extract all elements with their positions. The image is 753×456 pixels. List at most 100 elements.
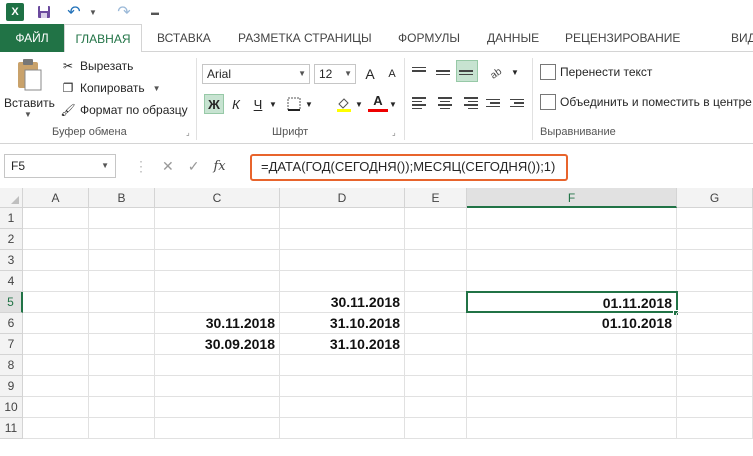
cell-g6[interactable] [677, 313, 753, 334]
column-header-e[interactable]: E [405, 188, 467, 208]
cell-b11[interactable] [89, 418, 155, 439]
cell-e9[interactable] [405, 376, 467, 397]
cell-a9[interactable] [23, 376, 89, 397]
cell-a1[interactable] [23, 208, 89, 229]
cell-g5[interactable] [677, 292, 753, 313]
save-icon[interactable] [36, 3, 52, 21]
row-header-1[interactable]: 1 [0, 208, 23, 229]
cell-a8[interactable] [23, 355, 89, 376]
cell-e4[interactable] [405, 271, 467, 292]
format-painter-button[interactable]: 🖌 Формат по образцу [60, 100, 187, 120]
cell-a5[interactable] [23, 292, 89, 313]
row-header-9[interactable]: 9 [0, 376, 23, 397]
cell-f9[interactable] [467, 376, 677, 397]
cell-a10[interactable] [23, 397, 89, 418]
copy-dropdown-icon[interactable]: ▼ [153, 84, 161, 93]
cell-c9[interactable] [155, 376, 280, 397]
column-header-f[interactable]: F [467, 188, 677, 208]
cell-d10[interactable] [280, 397, 405, 418]
cell-d2[interactable] [280, 229, 405, 250]
cell-f7[interactable] [467, 334, 677, 355]
align-top-icon[interactable] [412, 62, 430, 80]
cell-c3[interactable] [155, 250, 280, 271]
cell-e6[interactable] [405, 313, 467, 334]
cell-c2[interactable] [155, 229, 280, 250]
cell-d11[interactable] [280, 418, 405, 439]
cell-b8[interactable] [89, 355, 155, 376]
cell-a4[interactable] [23, 271, 89, 292]
borders-icon[interactable] [284, 94, 304, 114]
cell-f8[interactable] [467, 355, 677, 376]
fill-color-dropdown-icon[interactable]: ▼ [354, 94, 364, 114]
row-header-10[interactable]: 10 [0, 397, 23, 418]
cell-e10[interactable] [405, 397, 467, 418]
tab-page-layout[interactable]: РАЗМЕТКА СТРАНИЦЫ [238, 24, 372, 52]
column-header-g[interactable]: G [677, 188, 753, 208]
tab-file[interactable]: ФАЙЛ [0, 24, 64, 52]
decrease-indent-icon[interactable] [486, 94, 504, 112]
tab-formulas[interactable]: ФОРМУЛЫ [398, 24, 460, 52]
insert-function-icon[interactable]: fx [213, 159, 225, 174]
font-launcher-icon[interactable]: ⌟ [392, 128, 396, 137]
underline-dropdown-icon[interactable]: ▼ [268, 94, 278, 114]
cell-c8[interactable] [155, 355, 280, 376]
tab-insert[interactable]: ВСТАВКА [157, 24, 211, 52]
orientation-dropdown-icon[interactable]: ▼ [510, 62, 520, 82]
cell-g8[interactable] [677, 355, 753, 376]
cell-f6[interactable]: 01.10.2018 [467, 313, 677, 334]
cell-g4[interactable] [677, 271, 753, 292]
cell-d4[interactable] [280, 271, 405, 292]
cell-a11[interactable] [23, 418, 89, 439]
row-header-7[interactable]: 7 [0, 334, 23, 355]
undo-dropdown-icon[interactable]: ▼ [88, 3, 98, 21]
orientation-icon[interactable]: ab [488, 62, 506, 80]
cell-g9[interactable] [677, 376, 753, 397]
cell-g2[interactable] [677, 229, 753, 250]
grow-font-button[interactable]: A [360, 64, 380, 84]
cell-e5[interactable] [405, 292, 467, 313]
align-middle-icon[interactable] [436, 62, 454, 80]
cell-g10[interactable] [677, 397, 753, 418]
align-right-icon[interactable] [460, 94, 478, 112]
row-header-11[interactable]: 11 [0, 418, 23, 439]
bold-button[interactable]: Ж [204, 94, 224, 114]
font-color-dropdown-icon[interactable]: ▼ [388, 94, 398, 114]
cell-g11[interactable] [677, 418, 753, 439]
borders-dropdown-icon[interactable]: ▼ [304, 94, 314, 114]
paste-dropdown-icon[interactable]: ▼ [24, 110, 32, 119]
cell-c1[interactable] [155, 208, 280, 229]
cell-b2[interactable] [89, 229, 155, 250]
cell-d5[interactable]: 30.11.2018 [280, 292, 405, 313]
undo-icon[interactable]: ↶ [66, 3, 82, 21]
cell-f2[interactable] [467, 229, 677, 250]
cancel-icon[interactable]: ✕ [162, 158, 174, 175]
cell-b9[interactable] [89, 376, 155, 397]
cell-c7[interactable]: 30.09.2018 [155, 334, 280, 355]
cell-c4[interactable] [155, 271, 280, 292]
cell-d7[interactable]: 31.10.2018 [280, 334, 405, 355]
cell-e1[interactable] [405, 208, 467, 229]
cell-f5[interactable]: 01.11.2018 [466, 291, 678, 313]
row-header-2[interactable]: 2 [0, 229, 23, 250]
cell-d8[interactable] [280, 355, 405, 376]
cell-d1[interactable] [280, 208, 405, 229]
clipboard-launcher-icon[interactable]: ⌟ [186, 128, 190, 137]
cell-a3[interactable] [23, 250, 89, 271]
name-box[interactable]: F5 ▼ [4, 154, 116, 178]
cell-b1[interactable] [89, 208, 155, 229]
cell-b4[interactable] [89, 271, 155, 292]
enter-icon[interactable]: ✓ [188, 158, 200, 175]
cell-c10[interactable] [155, 397, 280, 418]
formula-input[interactable]: =ДАТА(ГОД(СЕГОДНЯ());МЕСЯЦ(СЕГОДНЯ());1) [250, 154, 568, 181]
cell-a7[interactable] [23, 334, 89, 355]
cell-f10[interactable] [467, 397, 677, 418]
cell-a2[interactable] [23, 229, 89, 250]
cell-b6[interactable] [89, 313, 155, 334]
cell-d6[interactable]: 31.10.2018 [280, 313, 405, 334]
font-size-select[interactable]: 12 ▼ [314, 64, 356, 84]
align-left-icon[interactable] [412, 94, 430, 112]
cell-g7[interactable] [677, 334, 753, 355]
cell-f4[interactable] [467, 271, 677, 292]
wrap-text-button[interactable]: Перенести текст [540, 62, 652, 82]
cut-button[interactable]: ✂ Вырезать [60, 56, 133, 76]
